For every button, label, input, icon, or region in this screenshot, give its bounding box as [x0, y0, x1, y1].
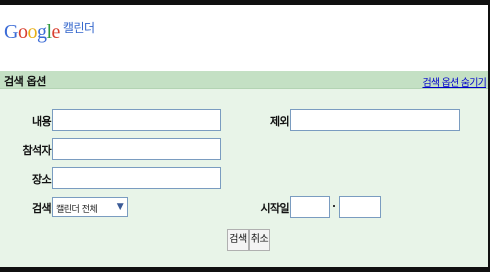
- logo-letter: o: [27, 21, 37, 43]
- google-wordmark: Google: [4, 22, 60, 42]
- attendee-input[interactable]: [52, 138, 221, 160]
- logo-letter: o: [17, 21, 28, 43]
- window-top-border: [0, 0, 490, 5]
- cancel-button[interactable]: 취소: [249, 229, 270, 251]
- section-title: 검색 옵션: [4, 75, 46, 88]
- search-options-header: 검색 옵션 검색 옵션 숨기기: [0, 71, 488, 89]
- search-scope-label: 검색: [31, 202, 52, 215]
- window-bottom-border: [0, 267, 490, 272]
- content-label: 내용: [31, 115, 52, 128]
- start-time-input[interactable]: [339, 196, 381, 218]
- hide-search-options-link[interactable]: 검색 옵션 숨기기: [422, 74, 486, 89]
- location-input[interactable]: [52, 167, 221, 189]
- exclude-input[interactable]: [290, 109, 460, 131]
- search-scope-value: 캘린더 전체: [56, 205, 98, 215]
- date-separator-dot: [333, 205, 335, 207]
- content-input[interactable]: [52, 109, 221, 131]
- google-calendar-logo[interactable]: Google 캘린더: [4, 12, 95, 42]
- search-scope-select[interactable]: 캘린더 전체 ▼: [52, 197, 128, 217]
- exclude-label: 제외: [269, 115, 290, 128]
- logo-letter: g: [36, 21, 47, 43]
- start-date-input[interactable]: [290, 196, 330, 218]
- attendee-label: 참석자: [22, 144, 51, 157]
- search-button[interactable]: 검색: [227, 229, 249, 251]
- logo-letter: G: [4, 21, 18, 43]
- product-name: 캘린더: [62, 21, 95, 35]
- logo-letter: e: [51, 21, 61, 43]
- start-date-label: 시작일: [260, 202, 289, 215]
- location-label: 장소: [31, 173, 52, 186]
- chevron-down-icon: ▼: [116, 202, 124, 212]
